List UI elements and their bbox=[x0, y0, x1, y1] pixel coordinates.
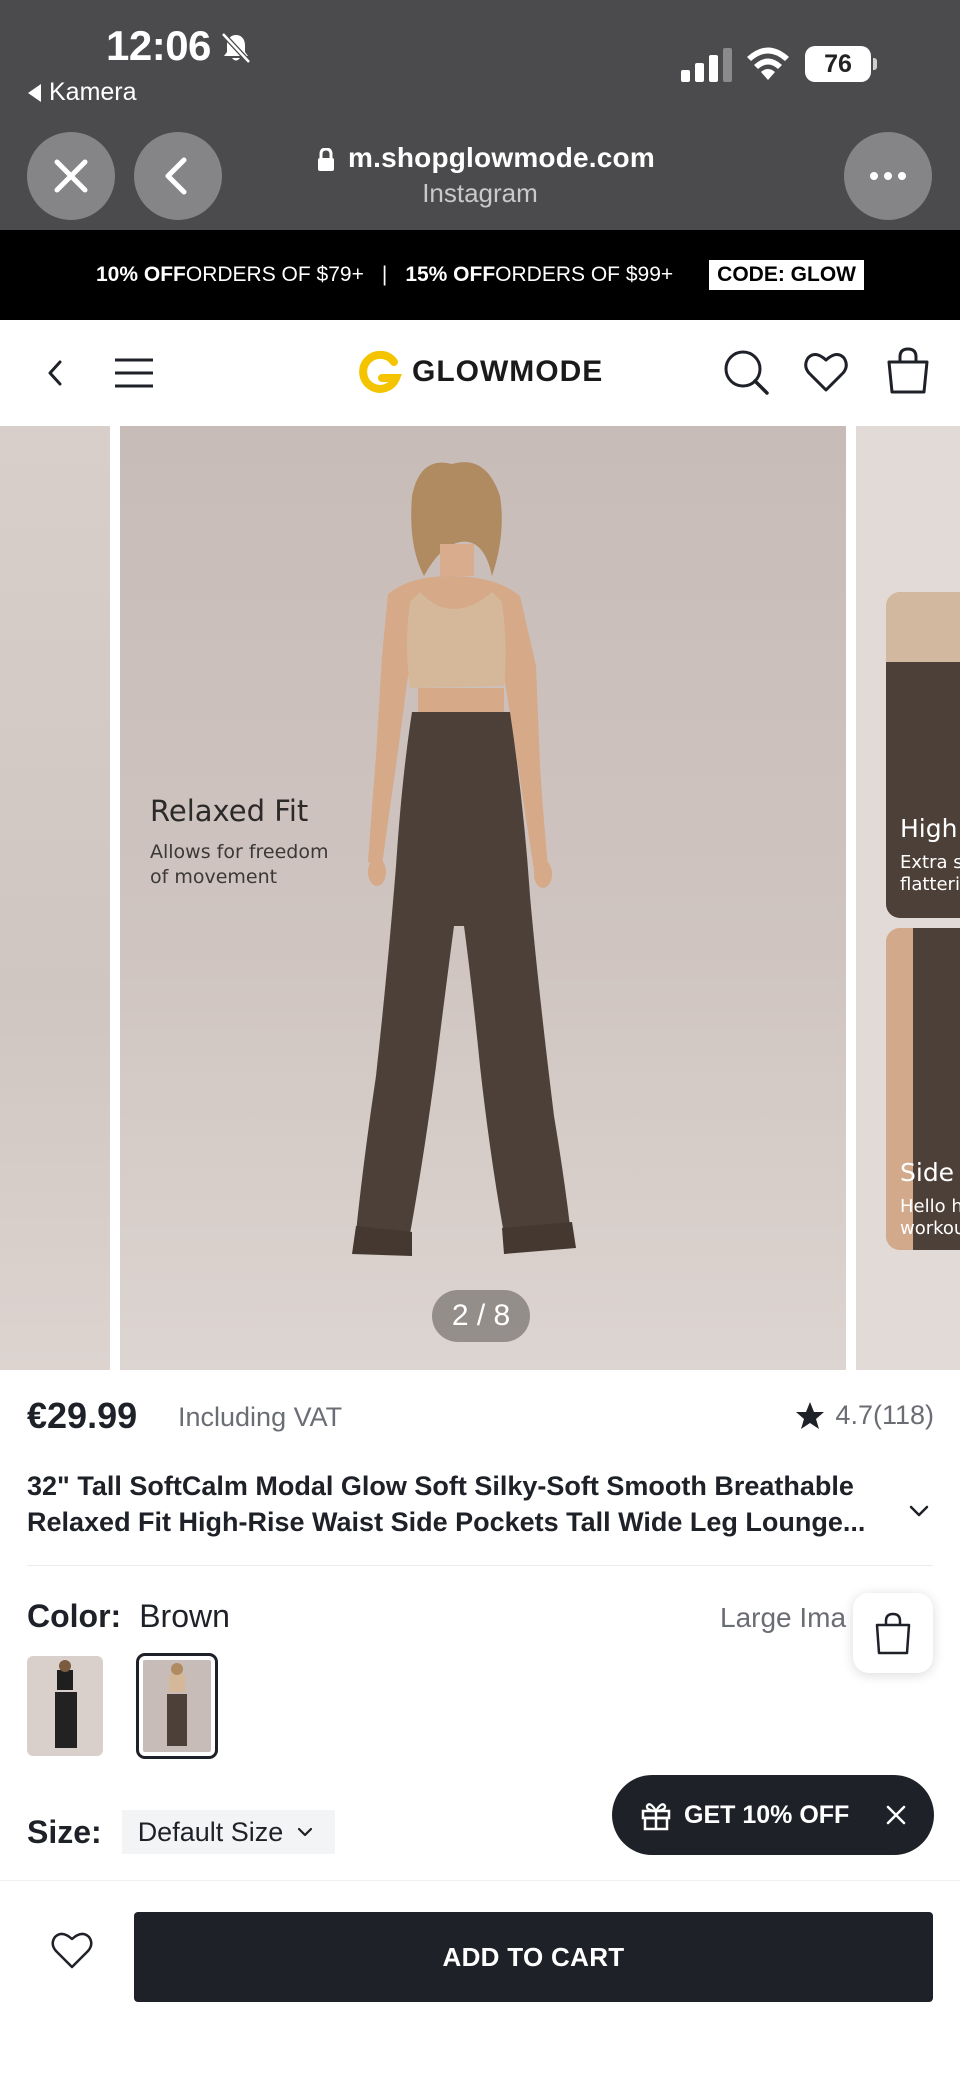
site-header: GLOWMODE bbox=[0, 320, 960, 426]
offer1-text: ORDERS OF $79+ bbox=[185, 263, 364, 286]
heart-icon[interactable] bbox=[802, 348, 850, 396]
feature-card-line2: workou bbox=[900, 1218, 960, 1239]
purchase-bar: ADD TO CART bbox=[0, 1880, 960, 2002]
feature-card-title: High bbox=[900, 814, 958, 843]
color-swatch-brown[interactable] bbox=[136, 1653, 218, 1759]
feature-card-high: High Extra s flatterin bbox=[886, 592, 960, 918]
wifi-icon bbox=[747, 47, 789, 80]
offer2-bold: 15% OFF bbox=[405, 263, 496, 286]
slide-feature-title: Relaxed Fit bbox=[150, 794, 309, 828]
vat-note: Including VAT bbox=[178, 1402, 343, 1432]
promo-separator: | bbox=[381, 263, 388, 286]
url-domain[interactable]: m.shopglowmode.com bbox=[348, 142, 655, 174]
color-label: Color: bbox=[27, 1598, 122, 1634]
offer2-text: ORDERS OF $99+ bbox=[495, 263, 674, 286]
floating-cart-button[interactable] bbox=[853, 1593, 933, 1673]
lock-icon bbox=[318, 148, 334, 171]
rating-value: 4.7(118) bbox=[835, 1400, 934, 1431]
browser-chrome: 12:06 Kamera 76 m.shopglowmode.com Insta… bbox=[0, 0, 960, 230]
heart-icon[interactable] bbox=[50, 1930, 94, 1970]
close-icon[interactable] bbox=[884, 1803, 908, 1827]
ellipsis-icon bbox=[870, 172, 906, 180]
feature-card-line2: flatterin bbox=[900, 874, 960, 895]
product-rating[interactable]: 4.7(118) bbox=[795, 1400, 934, 1431]
slide-feature-description: Allows for freedom of movement bbox=[150, 840, 328, 890]
color-value: Brown bbox=[139, 1598, 230, 1634]
shopping-bag-icon[interactable] bbox=[884, 346, 932, 394]
slide-feature-line2: of movement bbox=[150, 866, 278, 888]
rating-number: 4.7 bbox=[835, 1400, 873, 1430]
feature-card-line1: Hello h bbox=[900, 1196, 960, 1217]
cellular-signal-icon bbox=[681, 48, 732, 82]
chevron-down-icon bbox=[298, 1827, 313, 1837]
size-dropdown[interactable]: Default Size bbox=[121, 1810, 336, 1854]
more-options-button[interactable] bbox=[844, 132, 932, 220]
discount-popup-pill[interactable]: GET 10% OFF bbox=[612, 1775, 934, 1855]
back-triangle-icon bbox=[28, 83, 41, 102]
glowmode-logo-icon bbox=[359, 350, 402, 393]
slide-counter: 2 / 8 bbox=[432, 1290, 530, 1342]
model-photo bbox=[352, 462, 576, 1256]
logo-text: GLOWMODE bbox=[412, 355, 604, 388]
back-app-label: Kamera bbox=[49, 78, 137, 106]
search-icon[interactable] bbox=[722, 348, 770, 396]
feature-card-line1: Extra s bbox=[900, 852, 960, 873]
add-to-cart-button[interactable]: ADD TO CART bbox=[134, 1912, 933, 2002]
feature-card-side: Side P Hello h workou bbox=[886, 928, 960, 1250]
size-selector: Size: Default Size bbox=[27, 1810, 336, 1854]
bell-off-icon bbox=[221, 32, 251, 64]
color-swatch-black[interactable] bbox=[27, 1656, 103, 1756]
promo-code: CODE: GLOW bbox=[709, 260, 864, 290]
previous-slide[interactable] bbox=[0, 426, 110, 1370]
status-time: 12:06 bbox=[106, 22, 211, 69]
product-image-gallery[interactable]: Relaxed Fit Allows for freedom of moveme… bbox=[0, 426, 960, 1370]
back-to-app[interactable]: Kamera bbox=[28, 78, 137, 107]
size-value: Default Size bbox=[137, 1816, 284, 1847]
offer1-bold: 10% OFF bbox=[96, 263, 186, 286]
card-image-top bbox=[886, 592, 960, 662]
product-title: 32" Tall SoftCalm Modal Glow Soft Silky-… bbox=[27, 1471, 866, 1537]
chevron-down-icon[interactable] bbox=[908, 1504, 930, 1518]
swatch-image bbox=[27, 1656, 103, 1756]
battery-indicator: 76 bbox=[805, 46, 877, 82]
star-icon bbox=[796, 1401, 825, 1429]
divider bbox=[27, 1565, 933, 1566]
swatch-image bbox=[143, 1660, 211, 1752]
size-label: Size: bbox=[27, 1813, 102, 1850]
promo-banner[interactable]: 10% OFF ORDERS OF $79+ | 15% OFF ORDERS … bbox=[0, 230, 960, 320]
back-arrow-icon[interactable] bbox=[42, 356, 68, 390]
url-source: Instagram bbox=[0, 178, 960, 209]
discount-popup-text: GET 10% OFF bbox=[684, 1800, 850, 1829]
next-slide[interactable]: High Extra s flatterin Side P Hello h wo… bbox=[856, 426, 960, 1370]
large-image-toggle[interactable]: Large Ima bbox=[720, 1602, 846, 1634]
rating-count: (118) bbox=[872, 1400, 934, 1430]
battery-nub bbox=[873, 58, 877, 70]
url-source-text: Instagram bbox=[422, 178, 538, 208]
slide-feature-line1: Allows for freedom bbox=[150, 841, 329, 863]
battery-level: 76 bbox=[805, 46, 871, 82]
current-slide[interactable]: Relaxed Fit Allows for freedom of moveme… bbox=[120, 426, 846, 1370]
shopping-bag-icon bbox=[875, 1612, 911, 1655]
product-info-sheet: €29.99 Including VAT 4.7(118) 32" Tall S… bbox=[0, 1370, 960, 2081]
color-selector-label: Color: Brown bbox=[27, 1598, 230, 1635]
menu-icon[interactable] bbox=[114, 356, 154, 390]
price: €29.99 bbox=[27, 1395, 138, 1436]
site-logo[interactable]: GLOWMODE bbox=[358, 350, 603, 394]
gift-icon bbox=[641, 1803, 671, 1831]
feature-card-title: Side P bbox=[900, 1158, 960, 1187]
